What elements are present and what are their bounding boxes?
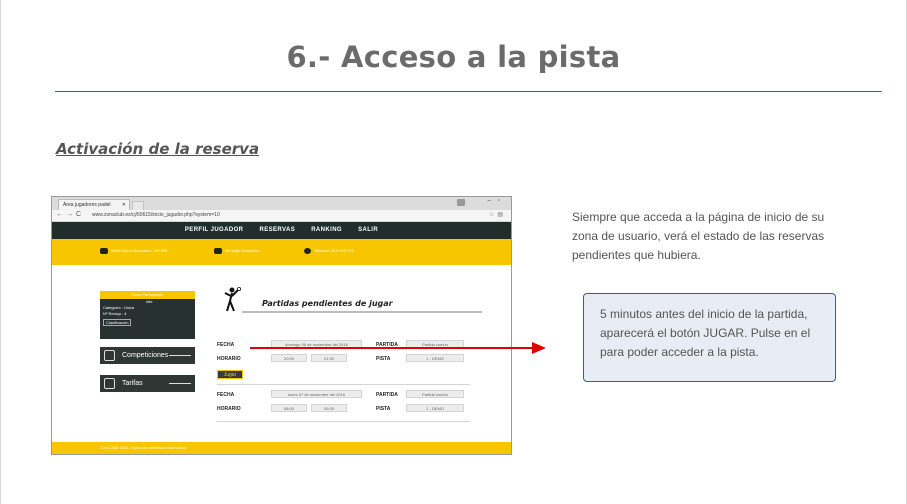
note-box: 5 minutos antes del inicio de la partida… [583,293,836,382]
description-text: Siempre que acceda a la página de inicio… [572,210,825,262]
